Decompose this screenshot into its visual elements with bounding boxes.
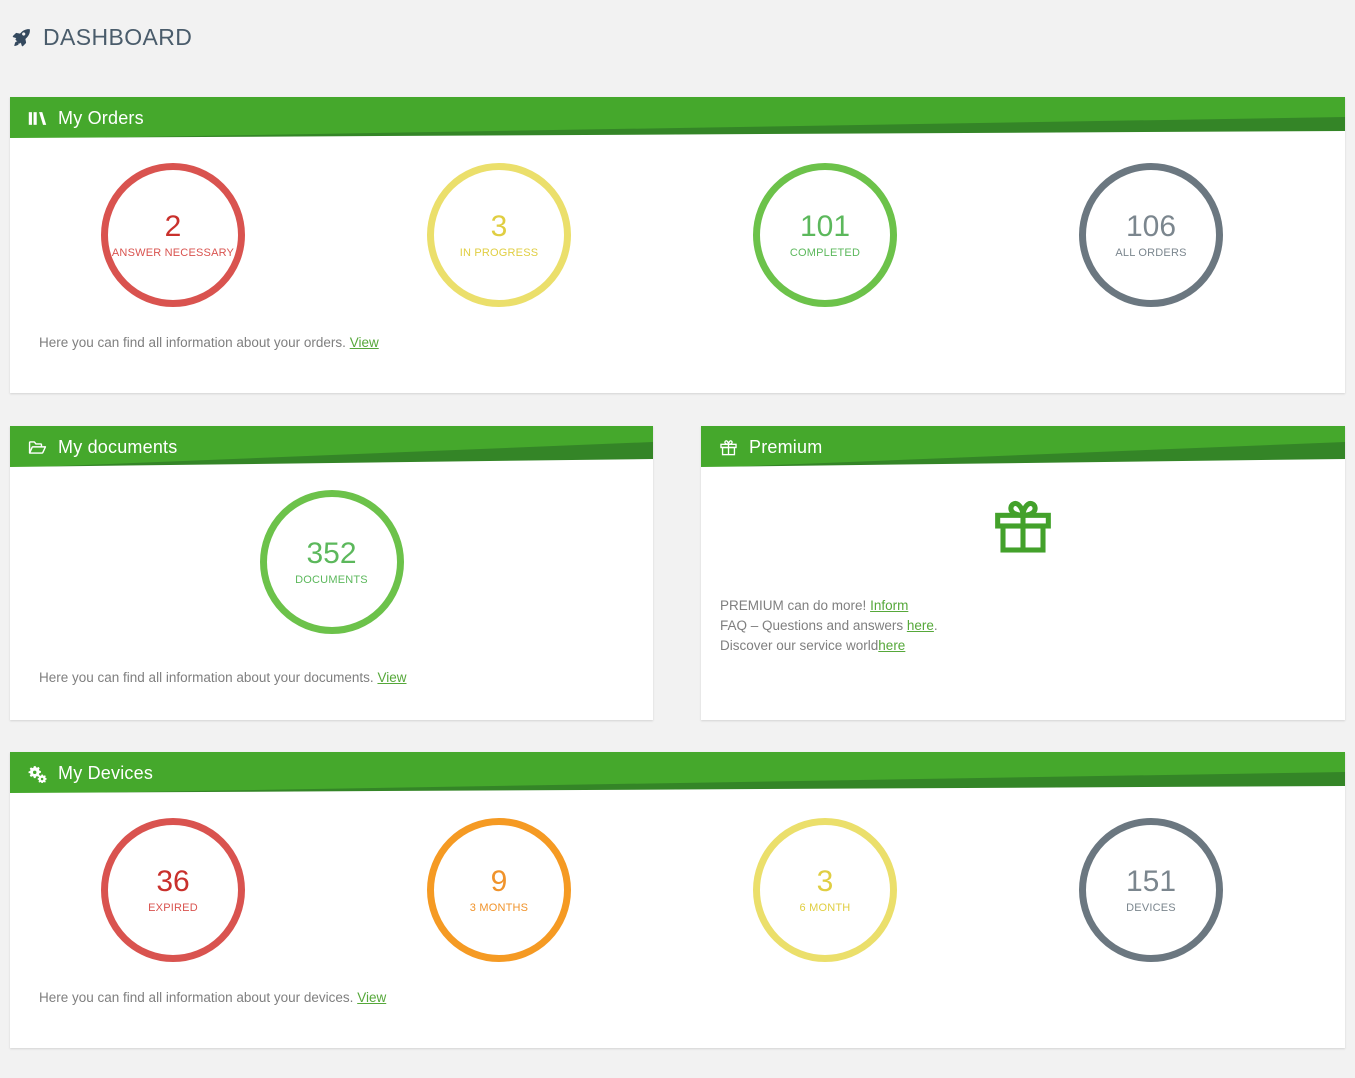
premium-inform-link[interactable]: Inform (870, 598, 908, 613)
card-title-my-devices: My Devices (58, 762, 154, 783)
donut-label: 3 MONTHS (469, 901, 529, 914)
donut-value: 106 (1125, 209, 1177, 243)
donut-label: 6 MONTH (799, 901, 851, 914)
card-my-orders: My Orders 2 ANSWER NECESSARY 3 IN PROGRE… (10, 97, 1345, 393)
orders-stats-row: 2 ANSWER NECESSARY 3 IN PROGRESS 101 COM… (10, 139, 1345, 307)
devices-note-text: Here you can find all information about … (39, 990, 354, 1005)
donut-value: 3 (490, 209, 508, 243)
documents-stats-row: 352 DOCUMENTS (10, 468, 653, 634)
folder-open-icon (28, 438, 47, 457)
bar-chart-icon (28, 109, 47, 128)
donut-label: COMPLETED (789, 246, 861, 259)
donut-value: 151 (1125, 864, 1177, 898)
devices-note: Here you can find all information about … (10, 990, 1345, 1005)
donut-label: DEVICES (1126, 901, 1176, 914)
rocket-icon (10, 27, 32, 49)
donut-orders-3: 106 ALL ORDERS (1079, 163, 1223, 307)
donut-value: 3 (816, 864, 834, 898)
premium-line-1-tail: . (933, 618, 938, 633)
card-premium: Premium PREMIUM can do more! Inform FAQ … (701, 426, 1345, 720)
donut-documents-0: 352 DOCUMENTS (259, 490, 404, 634)
donut-label: ALL ORDERS (1115, 246, 1187, 259)
card-header-my-devices: My Devices (10, 752, 1345, 794)
donut-label: DOCUMENTS (295, 573, 368, 586)
documents-view-link[interactable]: View (377, 670, 406, 685)
stat-orders-2[interactable]: 101 COMPLETED (662, 163, 988, 307)
page-title-text: DASHBOARD (43, 24, 193, 50)
donut-devices-1: 9 3 MONTHS (427, 818, 571, 962)
donut-value: 101 (799, 209, 851, 243)
premium-line-1: FAQ – Questions and answers here. (720, 616, 1345, 636)
donut-value: 352 (306, 536, 357, 570)
stat-devices-3[interactable]: 151 DEVICES (988, 818, 1314, 962)
card-header-my-orders: My Orders (10, 97, 1345, 139)
donut-label: IN PROGRESS (459, 246, 539, 259)
donut-devices-2: 3 6 MONTH (753, 818, 897, 962)
gift-box-icon (991, 494, 1055, 578)
stat-orders-3[interactable]: 106 ALL ORDERS (988, 163, 1314, 307)
donut-label: EXPIRED (148, 901, 198, 914)
orders-note: Here you can find all information about … (10, 335, 1345, 350)
premium-graphic (701, 468, 1345, 578)
devices-stats-row: 36 EXPIRED 9 3 MONTHS 3 6 MONTH 151 DEVI… (10, 794, 1345, 962)
card-my-devices: My Devices 36 EXPIRED 9 3 MONTHS 3 6 MON… (10, 752, 1345, 1048)
documents-note-text: Here you can find all information about … (39, 670, 374, 685)
premium-line-0-text: PREMIUM can do more! (720, 598, 867, 613)
dashboard-page: DASHBOARD My Orders 2 ANSWER NECESSARY 3… (0, 0, 1355, 1078)
stat-documents-0[interactable]: 352 DOCUMENTS (10, 490, 653, 634)
orders-note-text: Here you can find all information about … (39, 335, 346, 350)
donut-label: ANSWER NECESSARY (111, 246, 235, 259)
premium-line-0: PREMIUM can do more! Inform (720, 596, 1345, 616)
page-title: DASHBOARD (0, 0, 1355, 58)
card-title-premium: Premium (749, 436, 823, 457)
documents-note: Here you can find all information about … (10, 670, 653, 685)
stat-devices-1[interactable]: 9 3 MONTHS (336, 818, 662, 962)
card-my-documents: My documents 352 DOCUMENTS Here you can … (10, 426, 653, 720)
premium-line-1-text: FAQ – Questions and answers (720, 618, 907, 633)
donut-orders-0: 2 ANSWER NECESSARY (101, 163, 245, 307)
premium-faq-here-link[interactable]: here (907, 618, 934, 633)
donut-devices-3: 151 DEVICES (1079, 818, 1223, 962)
card-header-my-documents: My documents (10, 426, 653, 468)
gift-icon (719, 438, 738, 457)
stat-devices-0[interactable]: 36 EXPIRED (10, 818, 336, 962)
donut-orders-1: 3 IN PROGRESS (427, 163, 571, 307)
premium-world-here-link[interactable]: here (878, 638, 905, 653)
cogs-icon (28, 764, 47, 783)
donut-value: 9 (490, 864, 508, 898)
devices-view-link[interactable]: View (357, 990, 386, 1005)
stat-orders-1[interactable]: 3 IN PROGRESS (336, 163, 662, 307)
premium-line-2-text: Discover our service world (720, 638, 879, 653)
row-documents-premium: My documents 352 DOCUMENTS Here you can … (10, 426, 1345, 720)
donut-devices-0: 36 EXPIRED (101, 818, 245, 962)
card-title-my-documents: My documents (58, 436, 178, 457)
donut-orders-2: 101 COMPLETED (753, 163, 897, 307)
orders-view-link[interactable]: View (350, 335, 379, 350)
premium-links: PREMIUM can do more! Inform FAQ – Questi… (701, 578, 1345, 656)
card-title-my-orders: My Orders (58, 107, 144, 128)
donut-value: 36 (156, 864, 190, 898)
donut-value: 2 (164, 209, 182, 243)
stat-devices-2[interactable]: 3 6 MONTH (662, 818, 988, 962)
premium-line-2: Discover our service worldhere (720, 636, 1345, 656)
stat-orders-0[interactable]: 2 ANSWER NECESSARY (10, 163, 336, 307)
card-header-premium: Premium (701, 426, 1345, 468)
